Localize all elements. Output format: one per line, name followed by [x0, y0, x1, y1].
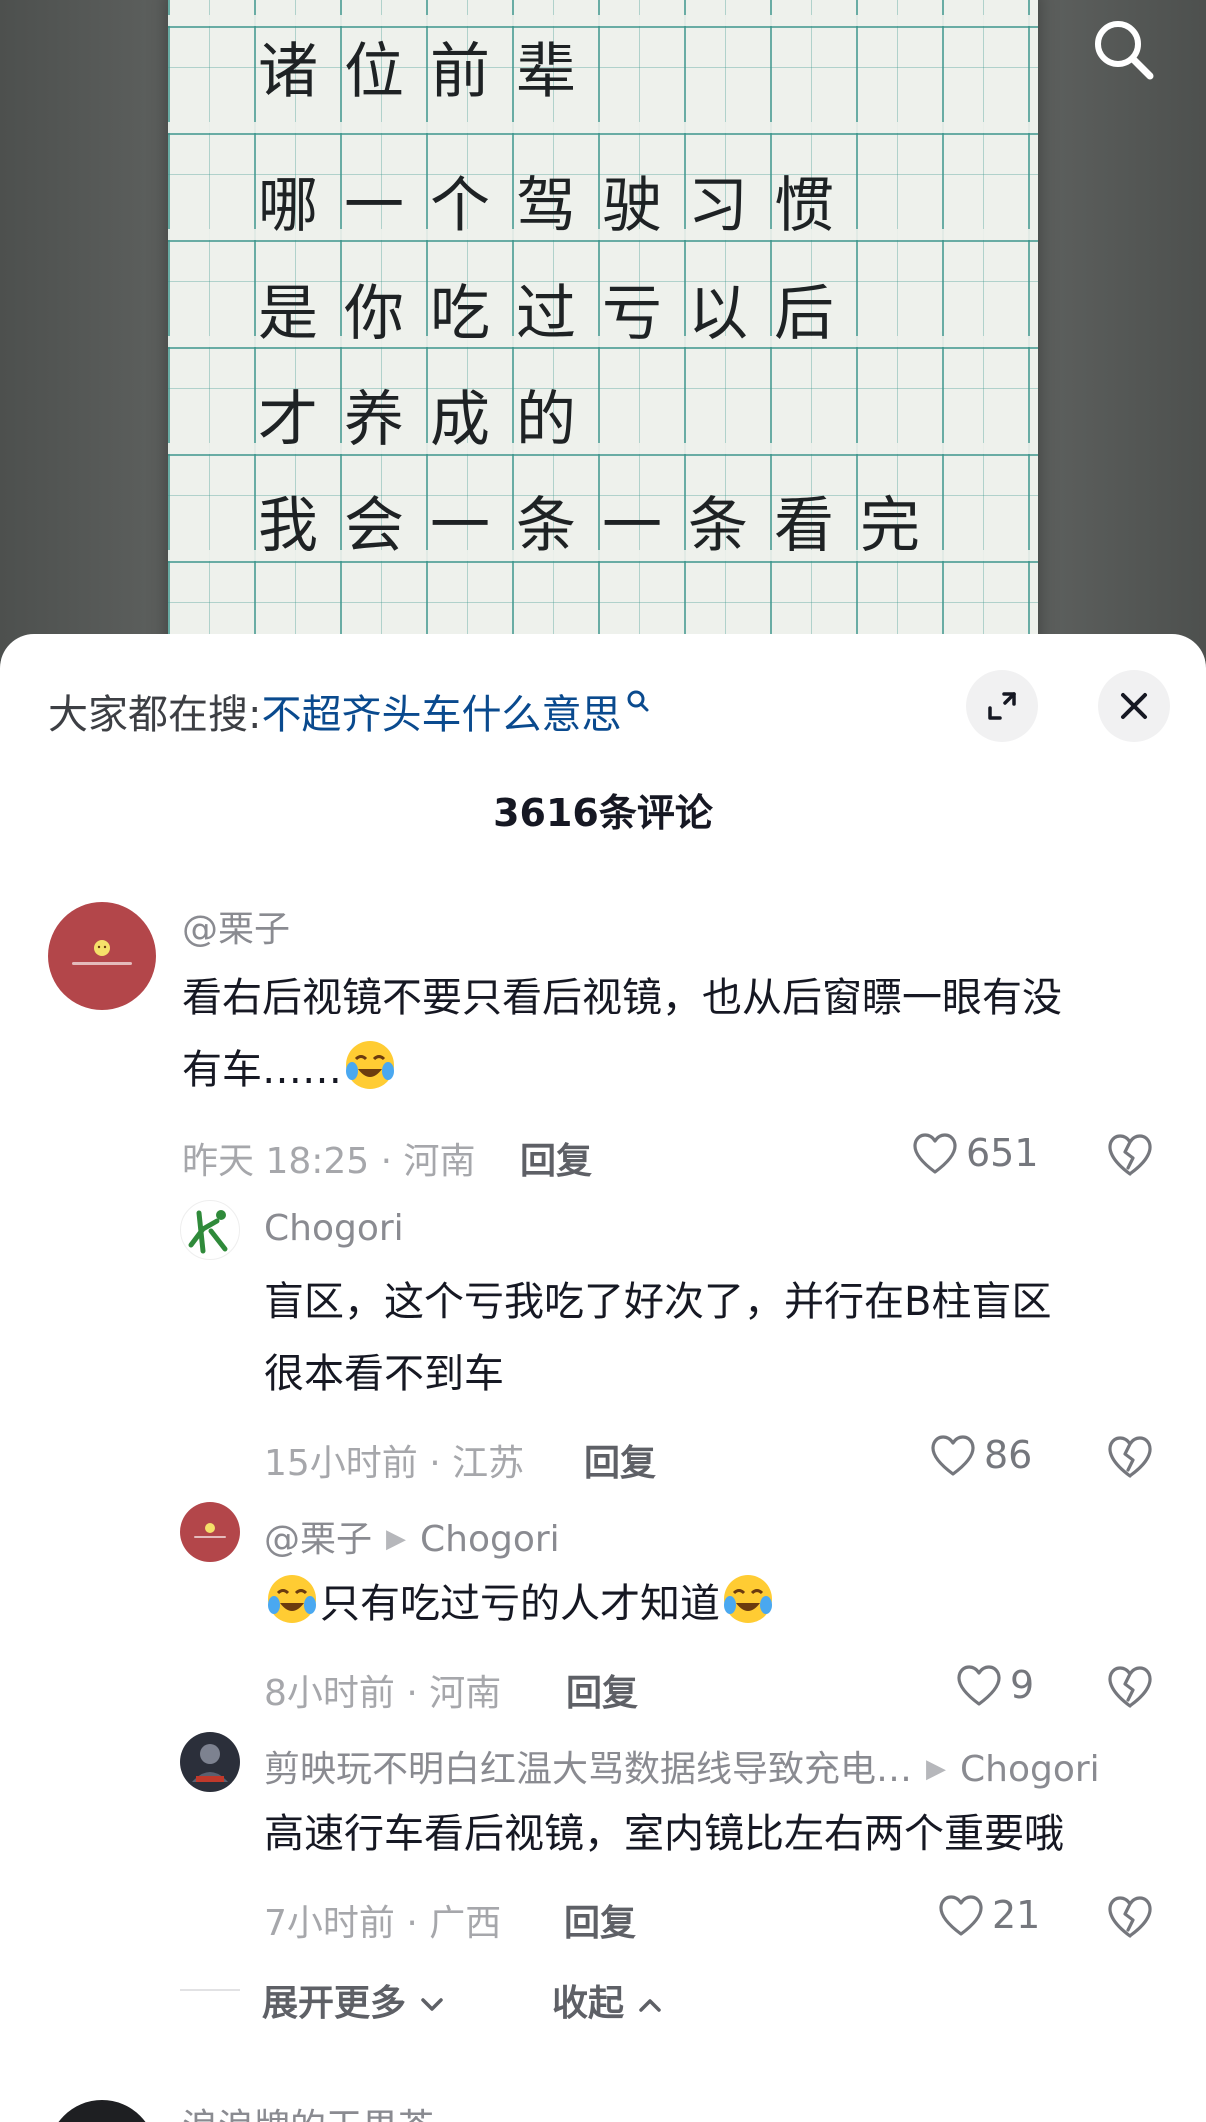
- hot-search-bar[interactable]: 大家都在搜:不超齐头车什么意思: [48, 678, 651, 740]
- thread-divider: [180, 1989, 240, 1991]
- comment-text-line: 高速行车看后视镜，室内镜比左右两个重要哦: [264, 1811, 1064, 1857]
- handwriting-line: 是你吃过亏以后: [258, 279, 860, 349]
- handwriting-line: 哪一个驾驶习惯: [258, 171, 860, 241]
- heart-icon: [931, 1435, 975, 1476]
- laugh-cry-emoji: [264, 1571, 320, 1627]
- avatar[interactable]: [180, 1502, 240, 1562]
- chevron-up-icon: [638, 1999, 661, 2012]
- laugh-cry-emoji: [720, 1571, 776, 1627]
- like-button[interactable]: 9: [954, 1660, 1034, 1710]
- comment-username-line: @栗子 ▶ Chogori: [264, 1510, 560, 1562]
- comment-text-line: 盲区，这个亏我吃了好次了，并行在B柱盲区: [264, 1279, 1052, 1325]
- reply-to-username[interactable]: Chogori: [420, 1519, 560, 1560]
- broken-heart-icon: [1108, 1436, 1152, 1478]
- broken-heart-icon: [1108, 1896, 1152, 1938]
- comment-time-location: 昨天 18:25 · 河南: [182, 1141, 476, 1182]
- expand-icon: [988, 692, 1016, 720]
- dislike-button[interactable]: [1104, 1432, 1156, 1484]
- expand-button[interactable]: [966, 670, 1038, 742]
- collapse-label: 收起: [552, 1983, 625, 2024]
- like-count: 9: [1010, 1663, 1035, 1707]
- heart-icon: [939, 1895, 983, 1936]
- chevron-down-icon: [420, 1998, 443, 2011]
- close-button[interactable]: [1098, 670, 1170, 742]
- comment-username[interactable]: @栗子: [264, 1519, 372, 1560]
- search-small-icon: [625, 678, 651, 724]
- search-button[interactable]: [1088, 14, 1160, 86]
- comment-sheet: 大家都在搜:不超齐头车什么意思 3616条评论 @栗子 看右后视镜不要只看后视镜…: [0, 634, 1206, 2122]
- dislike-button[interactable]: [1104, 1892, 1156, 1944]
- hot-search-prefix: 大家都在搜:: [48, 692, 262, 738]
- like-button[interactable]: 651: [910, 1128, 1039, 1178]
- avatar[interactable]: [180, 1732, 240, 1792]
- reply-to-username[interactable]: Chogori: [960, 1749, 1100, 1790]
- reply-button[interactable]: 回复: [584, 1434, 656, 1486]
- comment-text-line: 有车……: [182, 1034, 398, 1106]
- reply-button[interactable]: 回复: [520, 1132, 592, 1184]
- heart-icon: [957, 1665, 1001, 1706]
- reply-arrow-icon: ▶: [386, 1524, 407, 1554]
- comment-text-line: 只有吃过亏的人才知道: [264, 1568, 776, 1640]
- handwriting-line: 诸位前辈: [258, 37, 602, 107]
- like-count: 651: [966, 1131, 1039, 1175]
- dislike-button[interactable]: [1104, 1130, 1156, 1182]
- comment-username[interactable]: @栗子: [182, 900, 290, 952]
- avatar[interactable]: [48, 2100, 156, 2122]
- comment-time-location: 8小时前 · 河南: [264, 1673, 502, 1714]
- reply-arrow-icon: ▶: [926, 1754, 947, 1784]
- comment-username[interactable]: Chogori: [264, 1208, 404, 1249]
- like-button[interactable]: 86: [928, 1430, 1032, 1480]
- like-count: 86: [984, 1433, 1033, 1477]
- comment-text-fragment: 只有吃过亏的人才知道: [320, 1581, 720, 1627]
- search-icon: [1095, 21, 1154, 80]
- comment-text-line: 很本看不到车: [264, 1351, 504, 1397]
- comment-username[interactable]: 剪映玩不明白红温大骂数据线导致充电…: [264, 1749, 912, 1790]
- comment-username-line: 剪映玩不明白红温大骂数据线导致充电… ▶ Chogori: [264, 1740, 1100, 1792]
- comment-time-location: 7小时前 · 广西: [264, 1903, 502, 1944]
- comment-text-line: 看右后视镜不要只看后视镜，也从后窗瞟一眼有没: [182, 975, 1062, 1021]
- handwriting-line: 才养成的: [258, 385, 602, 455]
- comment-time-location: 15小时前 · 江苏: [264, 1443, 525, 1484]
- avatar[interactable]: [48, 902, 156, 1010]
- like-count: 21: [992, 1893, 1041, 1937]
- handwriting-line: 我会一条一条看完: [258, 491, 946, 561]
- comment-username[interactable]: 浪浪牌的干果茶: [182, 2098, 434, 2122]
- broken-heart-icon: [1108, 1666, 1152, 1708]
- hot-search-query-link[interactable]: 不超齐头车什么意思: [261, 692, 621, 738]
- video-player[interactable]: 诸位前辈 哪一个驾驶习惯 是你吃过亏以后 才养成的 我会一条一条看完: [0, 0, 1206, 660]
- heart-icon: [913, 1133, 957, 1174]
- laugh-cry-emoji: [342, 1037, 398, 1093]
- reply-button[interactable]: 回复: [564, 1894, 636, 1946]
- like-button[interactable]: 21: [936, 1890, 1040, 1940]
- close-icon: [1121, 693, 1147, 719]
- comment-count: 3616条评论: [493, 791, 713, 835]
- avatar[interactable]: [180, 1200, 240, 1260]
- reply-button[interactable]: 回复: [566, 1664, 638, 1716]
- comment-text-fragment: 有车……: [182, 1047, 342, 1093]
- broken-heart-icon: [1108, 1134, 1152, 1176]
- expand-more-label: 展开更多: [262, 1983, 407, 2024]
- expand-more-button[interactable]: 展开更多: [262, 1974, 445, 2026]
- dislike-button[interactable]: [1104, 1662, 1156, 1714]
- collapse-button[interactable]: 收起: [552, 1974, 663, 2026]
